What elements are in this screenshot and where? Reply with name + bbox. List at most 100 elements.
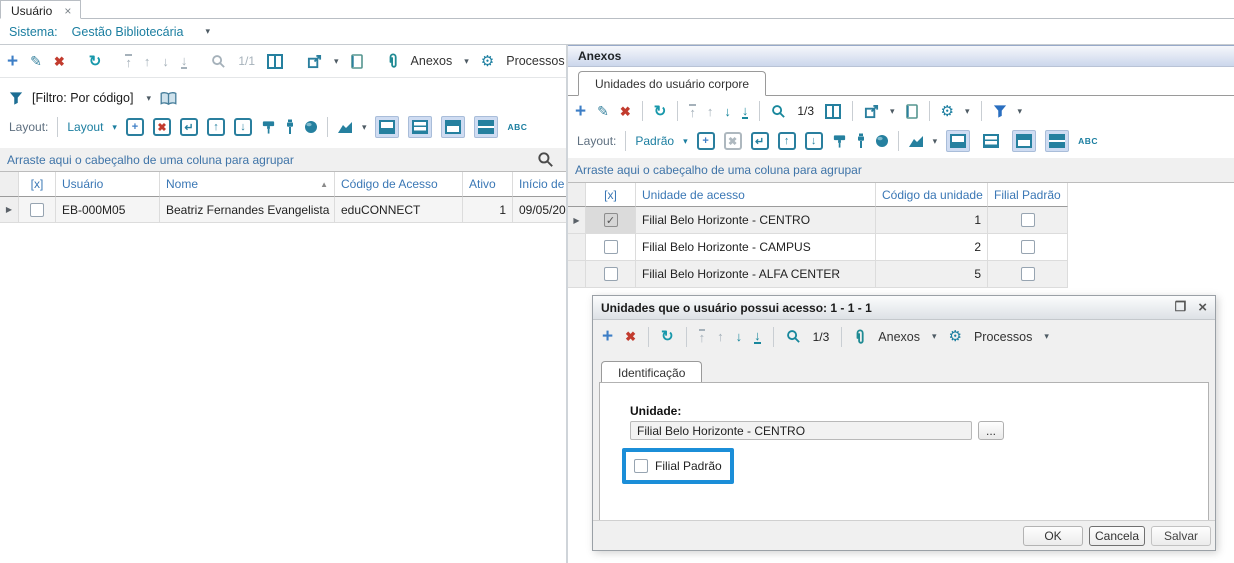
anexos-button[interactable]: Anexos [411,54,453,68]
layout-export-icon[interactable]: ↓ [233,118,252,136]
header-inicio-vigencia[interactable]: Início de V [513,172,566,197]
search-icon[interactable] [786,329,801,344]
row-select-cell[interactable] [586,261,636,288]
anexos-caret-icon[interactable]: ▾ [464,56,469,66]
add-button[interactable]: + [575,102,586,121]
close-icon[interactable]: × [1198,299,1207,316]
layout-delete-icon[interactable]: ✖ [152,118,171,136]
refresh-button[interactable]: ↻ [89,54,102,69]
refresh-button[interactable]: ↻ [661,329,674,344]
layout-selector[interactable]: Layout [67,120,103,134]
browse-button[interactable]: ... [978,421,1004,440]
save-button[interactable]: Salvar [1151,525,1211,546]
sphere-icon[interactable] [304,120,318,134]
processos-button[interactable]: Processos [506,54,564,68]
delete-button[interactable]: ✖ [54,55,65,68]
layout-caret-icon[interactable]: ▾ [683,136,688,146]
layout-apply-icon[interactable]: ↵ [179,118,198,136]
layout-export-icon[interactable]: ↓ [804,132,823,150]
header-ativo[interactable]: Ativo [463,172,513,197]
anexos-caret-icon[interactable]: ▾ [932,332,937,341]
layout-import-icon[interactable]: ↑ [777,132,796,150]
next-record-button[interactable]: ↓ [724,105,731,118]
view-toggle-bottom[interactable] [946,130,971,152]
export-caret-icon[interactable]: ▾ [890,106,895,116]
header-unidade-acesso[interactable]: Unidade de acesso [636,183,876,207]
columns-icon[interactable] [267,53,284,69]
sphere-icon[interactable] [875,134,889,148]
previous-record-button[interactable]: ↑ [144,55,151,68]
next-record-button[interactable]: ↓ [162,55,169,68]
header-codigo-acesso[interactable]: Código de Acesso [335,172,463,197]
cancel-button[interactable]: Cancela [1089,525,1145,546]
filter-funnel-icon[interactable] [993,104,1007,119]
header-usuario[interactable]: Usuário [56,172,160,197]
header-select-all[interactable]: [x] [19,172,56,197]
table-row[interactable]: Filial Belo Horizonte - ALFA CENTER 5 [568,261,1068,288]
previous-record-button[interactable]: ↑ [717,330,724,343]
spellcheck-icon[interactable]: ABC [1078,136,1098,146]
processos-button[interactable]: Processos [974,330,1032,344]
sistema-caret-icon[interactable]: ▾ [206,27,211,36]
chart-caret-icon[interactable]: ▾ [933,136,938,146]
edit-button[interactable]: ✎ [30,54,42,68]
pin-icon[interactable] [856,133,866,149]
ok-button[interactable]: OK [1023,525,1083,546]
group-by-bar[interactable]: Arraste aqui o cabeçalho de uma coluna p… [568,158,1234,183]
layout-add-icon[interactable]: + [125,118,144,136]
unidade-field[interactable]: Filial Belo Horizonte - CENTRO [630,421,972,440]
report-icon[interactable] [350,53,363,69]
layout-import-icon[interactable]: ↑ [206,118,225,136]
columns-icon[interactable] [825,103,842,119]
first-record-button[interactable]: ↑ [698,329,706,344]
pin-icon[interactable] [285,119,295,135]
dialog-titlebar[interactable]: Unidades que o usuário possui acesso: 1 … [593,296,1215,320]
export-icon[interactable] [307,54,322,69]
anexos-button[interactable]: Anexos [878,330,920,344]
filial-padrao-checkbox[interactable] [1020,267,1035,281]
report-icon[interactable] [905,103,918,119]
paint-roller-icon[interactable] [832,133,847,149]
filter-selector[interactable]: [Filtro: Por código] [32,91,133,105]
row-checkbox[interactable] [30,202,44,217]
table-row[interactable]: ▶ ✓ Filial Belo Horizonte - CENTRO 1 [568,207,1068,234]
funnel-caret-icon[interactable]: ▾ [1018,106,1023,116]
header-codigo-unidade[interactable]: Código da unidade [876,183,988,207]
cell-filial-padrao[interactable] [988,234,1068,261]
export-caret-icon[interactable]: ▾ [334,56,339,66]
row-select-cell[interactable] [19,197,56,223]
view-toggle-split[interactable] [979,130,1003,152]
chart-icon[interactable] [337,121,353,134]
view-toggle-bars[interactable] [1045,130,1070,152]
gear-caret-icon[interactable]: ▾ [965,106,970,116]
delete-button[interactable]: ✖ [620,105,631,118]
filter-funnel-icon[interactable] [9,91,23,106]
layout-caret-icon[interactable]: ▾ [112,122,117,132]
next-record-button[interactable]: ↓ [736,330,743,343]
table-row[interactable]: ▶ EB-000M05 Beatriz Fernandes Evangelist… [0,197,566,223]
gear-icon[interactable]: ⚙ [941,104,954,119]
view-toggle-top[interactable] [441,116,466,138]
add-button[interactable]: + [7,52,18,71]
chart-caret-icon[interactable]: ▾ [362,122,367,132]
search-icon[interactable] [211,54,226,69]
first-record-button[interactable]: ↑ [125,53,132,69]
view-toggle-bottom[interactable] [375,116,400,138]
row-checkbox[interactable] [603,267,618,281]
row-checkbox-checked[interactable]: ✓ [603,213,618,227]
filial-padrao-checkbox[interactable] [634,459,648,473]
header-filial-padrao[interactable]: Filial Padrão [988,183,1068,207]
row-select-cell[interactable] [586,234,636,261]
row-checkbox[interactable] [603,240,618,254]
layout-add-icon[interactable]: + [696,132,715,150]
refresh-button[interactable]: ↻ [654,104,667,119]
view-toggle-top[interactable] [1012,130,1037,152]
edit-button[interactable]: ✎ [597,104,609,118]
book-icon[interactable] [160,91,177,106]
group-by-bar[interactable]: Arraste aqui o cabeçalho de uma coluna p… [0,148,566,172]
table-row[interactable]: Filial Belo Horizonte - CAMPUS 2 [568,234,1068,261]
view-toggle-bars[interactable] [474,116,499,138]
filter-caret-icon[interactable]: ▾ [146,93,151,103]
last-record-button[interactable]: ↓ [741,104,749,119]
cell-filial-padrao[interactable] [988,207,1068,234]
